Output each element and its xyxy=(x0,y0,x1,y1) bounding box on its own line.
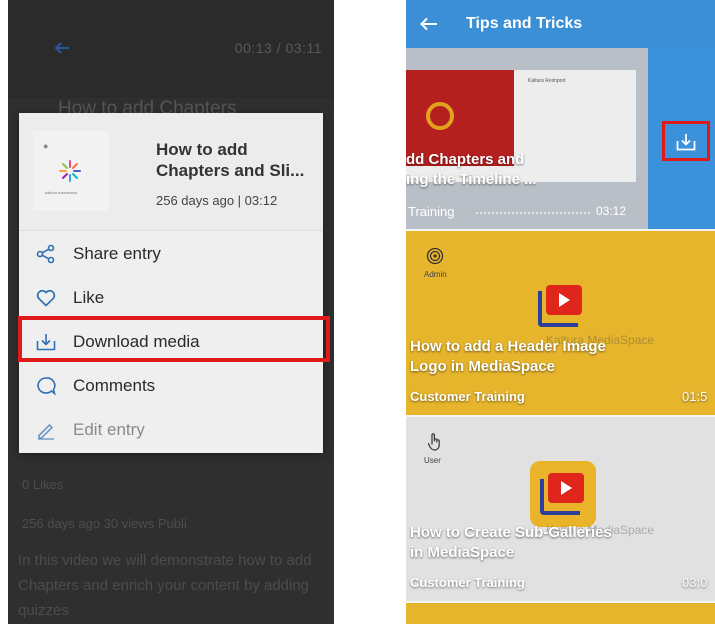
entry-action-sheet: ● kaltura extensions How to add Chapters… xyxy=(19,113,323,453)
right-screenshot: Tips and Tricks Kaltura Reimport dd Chap… xyxy=(406,0,715,624)
mediaspace-logo-icon xyxy=(540,473,584,515)
back-arrow-icon[interactable] xyxy=(420,17,438,31)
role-label: Admin xyxy=(424,270,447,279)
fingerprint-icon xyxy=(426,247,444,265)
entry-meta: 256 days ago | 03:12 xyxy=(156,193,278,208)
slide-caption: Kaltura Reimport xyxy=(528,78,566,84)
role-label: User xyxy=(424,456,441,465)
video-card-partial[interactable] xyxy=(406,603,715,624)
card-duration: 03:12 xyxy=(596,204,627,218)
progress-dots xyxy=(476,212,590,214)
left-screenshot: 00:13 / 03:11 How to add Chapters 0 Like… xyxy=(8,0,334,624)
download-highlight-box xyxy=(662,121,710,161)
share-entry-label: Share entry xyxy=(73,244,161,263)
comments-item[interactable]: Comments xyxy=(19,364,323,408)
likes-count: 0 Likes xyxy=(22,477,64,492)
share-icon xyxy=(35,243,57,265)
edit-entry-label: Edit entry xyxy=(73,420,145,439)
card-title: dd Chapters and ing the Timeline ... xyxy=(406,151,537,188)
back-arrow-icon[interactable] xyxy=(54,42,70,54)
user-mini-icon: ● xyxy=(43,141,49,151)
card-category: Training xyxy=(408,204,455,219)
app-bar: Tips and Tricks xyxy=(406,0,715,48)
sheet-header: ● kaltura extensions How to add Chapters… xyxy=(19,113,323,231)
card-title: How to Create Sub-Galleries in MediaSpac… xyxy=(410,524,612,561)
download-highlight-box xyxy=(18,316,330,362)
app-bar-title: Tips and Tricks xyxy=(466,15,583,32)
card-title: How to add a Header Image Logo in MediaS… xyxy=(410,338,606,375)
thumbnail-brand: kaltura extensions xyxy=(45,190,78,195)
mediaspace-logo-icon xyxy=(538,285,582,327)
comments-label: Comments xyxy=(73,376,156,395)
entry-title: How to add Chapters and Sli... xyxy=(156,140,305,180)
edit-entry-item[interactable]: Edit entry xyxy=(19,408,323,452)
card-duration: 01:5 xyxy=(682,389,708,404)
player-time: 00:13 / 03:11 xyxy=(234,40,322,56)
kaltura-logo-icon xyxy=(59,160,81,182)
video-thumbnail: Kaltura Reimport dd Chapters and ing the… xyxy=(406,48,648,229)
pointer-hand-icon xyxy=(427,433,440,451)
pencil-icon xyxy=(35,419,57,441)
heart-icon xyxy=(35,287,57,309)
entry-description: In this video we will demonstrate how to… xyxy=(18,552,312,619)
share-entry-item[interactable]: Share entry xyxy=(19,232,323,276)
entry-stats: 256 days ago 30 views Publi xyxy=(22,516,187,531)
card-category: Customer Training xyxy=(410,389,525,404)
card-category: Customer Training xyxy=(410,575,525,590)
like-label: Like xyxy=(73,288,105,307)
comment-icon xyxy=(35,375,57,397)
like-item[interactable]: Like xyxy=(19,276,323,320)
entry-thumbnail: ● kaltura extensions xyxy=(33,131,109,211)
card-duration: 03:0 xyxy=(682,575,708,590)
video-card[interactable]: Admin Kaltura MediaSpace How to add a He… xyxy=(406,231,715,415)
video-card[interactable]: User Kaltura MediaSpace How to Create Su… xyxy=(406,417,715,601)
logo-ring-icon xyxy=(426,102,454,130)
